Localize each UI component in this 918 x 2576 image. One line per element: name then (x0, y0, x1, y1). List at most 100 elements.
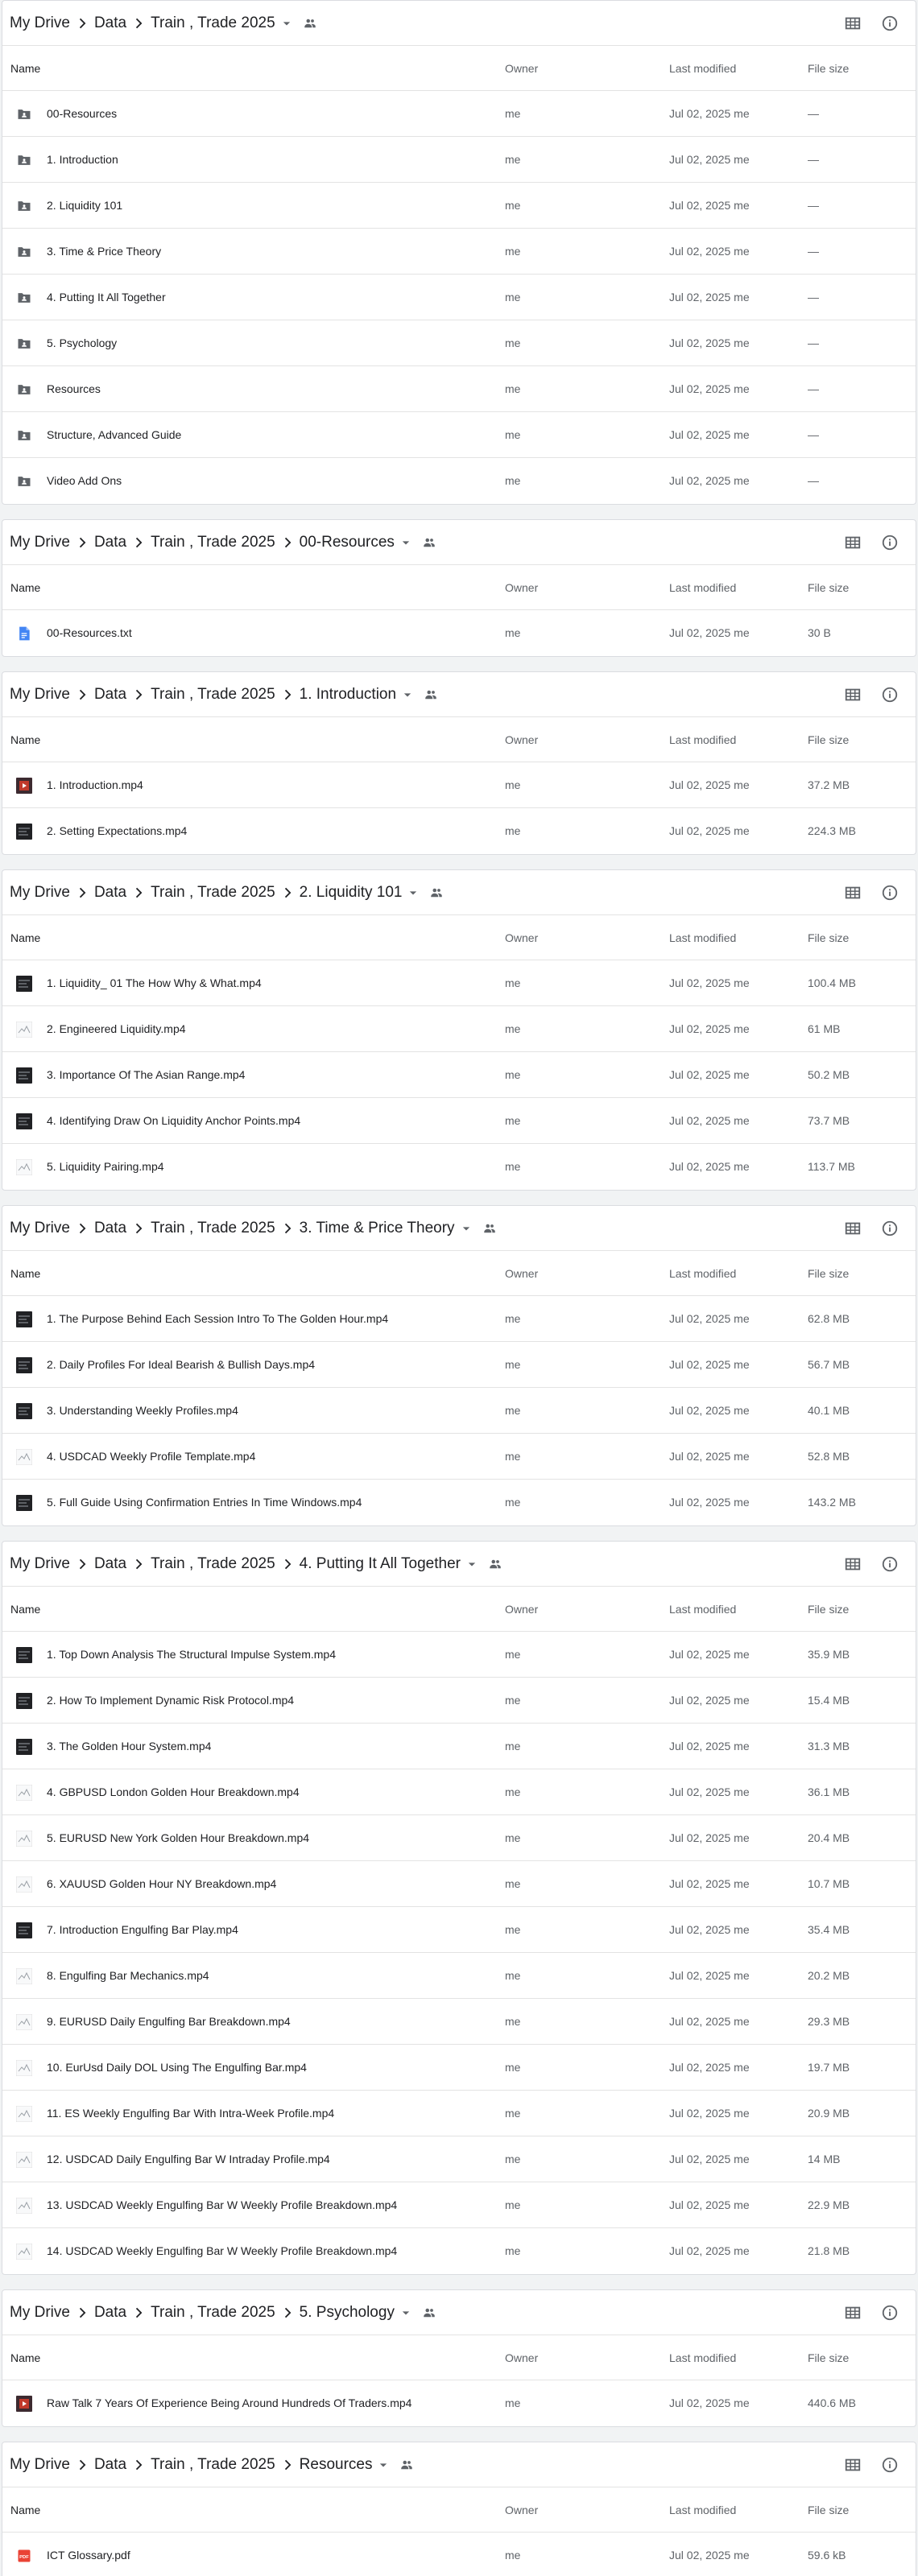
column-last-modified[interactable]: Last modified (669, 1587, 736, 1632)
column-name[interactable]: Name (10, 717, 40, 762)
column-name[interactable]: Name (10, 46, 40, 91)
grid-view-button[interactable] (843, 685, 862, 704)
folder-menu-button[interactable] (279, 15, 295, 31)
column-file-size[interactable]: File size (808, 1587, 849, 1632)
grid-view-button[interactable] (843, 2303, 862, 2322)
file-row[interactable]: 4. Putting It All Together me Jul 02, 2025… (2, 275, 916, 320)
grid-view-button[interactable] (843, 14, 862, 33)
file-row[interactable]: PDF ICT Glossary.pdf me Jul 02, 2025 me 59.6… (2, 2533, 916, 2576)
file-row[interactable]: 1. Introduction me Jul 02, 2025 me — (2, 137, 916, 183)
breadcrumb-item[interactable]: 00-Resources (300, 534, 395, 551)
file-row[interactable]: 5. EURUSD New York Golden Hour Breakdown… (2, 1815, 916, 1861)
file-row[interactable]: Structure, Advanced Guide me Jul 02, 2025 … (2, 412, 916, 458)
breadcrumb-item[interactable]: My Drive (10, 686, 70, 704)
column-owner[interactable]: Owner (505, 2335, 538, 2380)
breadcrumb-item[interactable]: Data (94, 686, 126, 704)
breadcrumb-item[interactable]: My Drive (10, 1555, 70, 1573)
column-last-modified[interactable]: Last modified (669, 2487, 736, 2533)
column-owner[interactable]: Owner (505, 717, 538, 762)
breadcrumb-item[interactable]: Train , Trade 2025 (151, 884, 275, 902)
file-row[interactable]: 2. Engineered Liquidity.mp4 me Jul 02, 202… (2, 1006, 916, 1052)
file-row[interactable]: 4. Identifying Draw On Liquidity Anchor … (2, 1098, 916, 1144)
breadcrumb-item[interactable]: My Drive (10, 2304, 70, 2322)
file-row[interactable]: Resources me Jul 02, 2025 me — (2, 366, 916, 412)
file-row[interactable]: 2. Daily Profiles For Ideal Bearish & Bu… (2, 1342, 916, 1388)
folder-menu-button[interactable] (375, 2457, 391, 2473)
breadcrumb-item[interactable]: My Drive (10, 1220, 70, 1237)
column-file-size[interactable]: File size (808, 1251, 849, 1296)
column-last-modified[interactable]: Last modified (669, 717, 736, 762)
file-row[interactable]: 1. Liquidity_ 01 The How Why & What.mp4 m… (2, 960, 916, 1006)
file-row[interactable]: 5. Psychology me Jul 02, 2025 me — (2, 320, 916, 366)
file-row[interactable]: 2. Setting Expectations.mp4 me Jul 02, 202… (2, 808, 916, 854)
details-button[interactable] (880, 14, 899, 33)
column-name[interactable]: Name (10, 565, 40, 610)
breadcrumb-item[interactable]: Data (94, 2456, 126, 2474)
breadcrumb-item[interactable]: Train , Trade 2025 (151, 14, 275, 32)
details-button[interactable] (880, 533, 899, 552)
breadcrumb-item[interactable]: Train , Trade 2025 (151, 534, 275, 551)
file-row[interactable]: 1. The Purpose Behind Each Session Intro… (2, 1296, 916, 1342)
column-last-modified[interactable]: Last modified (669, 2335, 736, 2380)
breadcrumb-item[interactable]: 5. Psychology (300, 2304, 395, 2322)
column-owner[interactable]: Owner (505, 565, 538, 610)
breadcrumb-item[interactable]: Data (94, 884, 126, 902)
column-owner[interactable]: Owner (505, 46, 538, 91)
file-row[interactable]: 5. Liquidity Pairing.mp4 me Jul 02, 2025 m… (2, 1144, 916, 1190)
folder-menu-button[interactable] (398, 535, 414, 551)
details-button[interactable] (880, 2303, 899, 2322)
column-owner[interactable]: Owner (505, 915, 538, 960)
folder-menu-button[interactable] (399, 687, 416, 703)
column-file-size[interactable]: File size (808, 565, 849, 610)
breadcrumb-item[interactable]: Train , Trade 2025 (151, 1220, 275, 1237)
column-owner[interactable]: Owner (505, 2487, 538, 2533)
file-row[interactable]: 6. XAUUSD Golden Hour NY Breakdown.mp4 me… (2, 1861, 916, 1907)
folder-menu-button[interactable] (398, 2305, 414, 2321)
breadcrumb-item[interactable]: 3. Time & Price Theory (300, 1220, 455, 1237)
file-row[interactable]: 2. How To Implement Dynamic Risk Protoco… (2, 1678, 916, 1724)
breadcrumb-item[interactable]: Data (94, 1555, 126, 1573)
breadcrumb-item[interactable]: Data (94, 534, 126, 551)
breadcrumb-item[interactable]: 1. Introduction (300, 686, 396, 704)
column-owner[interactable]: Owner (505, 1251, 538, 1296)
file-row[interactable]: Video Add Ons me Jul 02, 2025 me — (2, 458, 916, 504)
details-button[interactable] (880, 2455, 899, 2475)
breadcrumb-item[interactable]: Resources (300, 2456, 373, 2474)
column-file-size[interactable]: File size (808, 717, 849, 762)
file-row[interactable]: 00-Resources.txt me Jul 02, 2025 me 30 B (2, 610, 916, 656)
folder-menu-button[interactable] (464, 1556, 480, 1572)
column-last-modified[interactable]: Last modified (669, 1251, 736, 1296)
grid-view-button[interactable] (843, 533, 862, 552)
column-file-size[interactable]: File size (808, 46, 849, 91)
grid-view-button[interactable] (843, 1554, 862, 1574)
breadcrumb-item[interactable]: 2. Liquidity 101 (300, 884, 403, 902)
file-row[interactable]: Raw Talk 7 Years Of Experience Being Aro… (2, 2380, 916, 2426)
file-row[interactable]: 3. Time & Price Theory me Jul 02, 2025 me — (2, 229, 916, 275)
column-name[interactable]: Name (10, 2335, 40, 2380)
file-row[interactable]: 14. USDCAD Weekly Engulfing Bar W Weekly… (2, 2228, 916, 2274)
breadcrumb-item[interactable]: Data (94, 1220, 126, 1237)
file-row[interactable]: 12. USDCAD Daily Engulfing Bar W Intrada… (2, 2136, 916, 2182)
column-name[interactable]: Name (10, 1587, 40, 1632)
breadcrumb-item[interactable]: Data (94, 14, 126, 32)
column-last-modified[interactable]: Last modified (669, 46, 736, 91)
breadcrumb-item[interactable]: Train , Trade 2025 (151, 2304, 275, 2322)
column-file-size[interactable]: File size (808, 2487, 849, 2533)
file-row[interactable]: 5. Full Guide Using Confirmation Entries… (2, 1480, 916, 1525)
file-row[interactable]: 10. EurUsd Daily DOL Using The Engulfing… (2, 2045, 916, 2091)
grid-view-button[interactable] (843, 2455, 862, 2475)
details-button[interactable] (880, 1219, 899, 1238)
file-row[interactable]: 00-Resources me Jul 02, 2025 me — (2, 91, 916, 137)
breadcrumb-item[interactable]: Train , Trade 2025 (151, 1555, 275, 1573)
breadcrumb-item[interactable]: 4. Putting It All Together (300, 1555, 461, 1573)
breadcrumb-item[interactable]: My Drive (10, 14, 70, 32)
breadcrumb-item[interactable]: Data (94, 2304, 126, 2322)
column-name[interactable]: Name (10, 1251, 40, 1296)
file-row[interactable]: 8. Engulfing Bar Mechanics.mp4 me Jul 02, … (2, 1953, 916, 1999)
file-row[interactable]: 9. EURUSD Daily Engulfing Bar Breakdown.… (2, 1999, 916, 2045)
file-row[interactable]: 3. The Golden Hour System.mp4 me Jul 02, 2… (2, 1724, 916, 1769)
column-last-modified[interactable]: Last modified (669, 915, 736, 960)
breadcrumb-item[interactable]: My Drive (10, 534, 70, 551)
column-name[interactable]: Name (10, 2487, 40, 2533)
file-row[interactable]: 11. ES Weekly Engulfing Bar With Intra-W… (2, 2091, 916, 2136)
